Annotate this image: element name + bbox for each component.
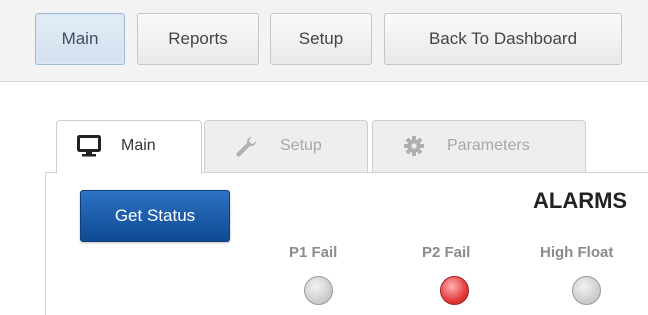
monitor-icon [77,135,101,162]
tab-parameters-label: Parameters [447,137,530,154]
get-status-button[interactable]: Get Status [80,190,230,242]
alarm-indicator-p2-fail [440,276,469,305]
alarm-label-p2-fail: P2 Fail [422,244,471,261]
alarm-label-p1-fail: P1 Fail [289,244,338,261]
nav-setup-button[interactable]: Setup [270,13,372,65]
nav-reports-button[interactable]: Reports [137,13,259,65]
gear-icon [403,135,425,162]
nav-main-button[interactable]: Main [35,13,125,65]
tab-setup-label: Setup [280,137,322,154]
alarm-indicator-high-float [572,276,601,305]
alarm-indicator-p1-fail [304,276,333,305]
tab-main[interactable]: Main [56,120,202,174]
nav-back-to-dashboard-button[interactable]: Back To Dashboard [384,13,622,65]
alarm-label-high-float: High Float [540,244,614,261]
tab-parameters[interactable]: Parameters [372,120,586,172]
top-nav-bar: Main Reports Setup Back To Dashboard [0,0,648,82]
tab-setup[interactable]: Setup [204,120,368,172]
tab-main-label: Main [121,137,156,154]
alarms-title: ALARMS [533,188,628,213]
wrench-icon [235,135,257,162]
